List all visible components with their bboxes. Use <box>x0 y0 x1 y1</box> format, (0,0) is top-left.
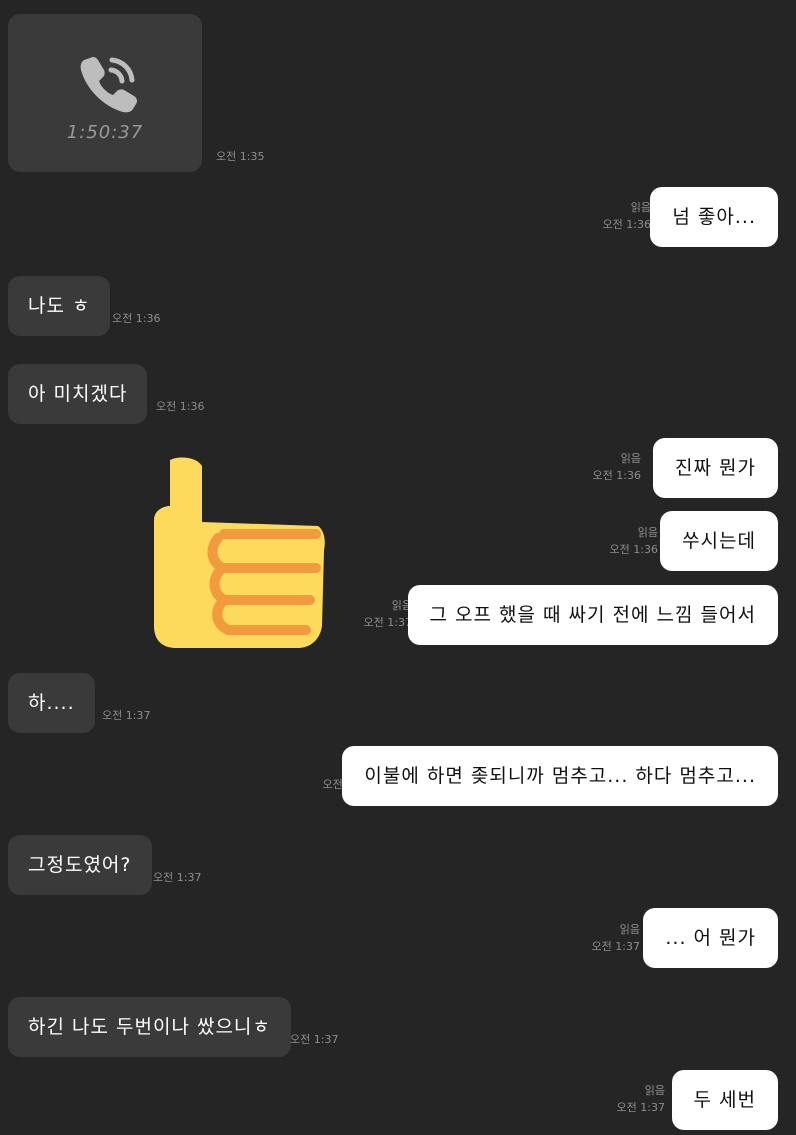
incoming-message[interactable]: 하긴 나도 두번이나 쌌으니ㅎ <box>8 997 291 1057</box>
message-time: 오전 1:37 <box>153 871 202 884</box>
read-receipt: 읽음 <box>391 599 412 612</box>
outgoing-message[interactable]: 그 오프 했을 때 싸기 전에 느낌 들어서 <box>407 585 778 645</box>
read-receipt: 읽음 <box>620 452 641 465</box>
chat-thread: 1:50:37 오전 1:35 읽음 오전 1:36 넘 좋아... 나도 ㅎ … <box>0 0 796 1135</box>
incoming-message[interactable]: 하.... <box>8 673 95 733</box>
outgoing-message[interactable]: 이불에 하면 좆되니까 멈추고... 하다 멈추고... <box>342 746 778 806</box>
message-meta: 읽음 오전 1:37 <box>592 921 640 955</box>
outgoing-message[interactable]: 진짜 뭔가 <box>653 438 778 498</box>
message-time: 오전 1:36 <box>112 312 161 325</box>
outgoing-message[interactable]: ... 어 뭔가 <box>643 908 778 968</box>
message-time: 오전 1:37 <box>616 1101 665 1115</box>
message-time: 오전 1:37 <box>102 709 151 722</box>
message-meta: 읽음 오전 1:37 <box>617 1082 665 1116</box>
voice-call-bubble[interactable]: 1:50:37 <box>8 14 202 172</box>
read-receipt: 읽음 <box>637 526 658 539</box>
message-time: 오전 1:36 <box>609 543 658 557</box>
read-receipt: 읽음 <box>619 923 640 936</box>
message-time: 오전 1:37 <box>290 1033 339 1046</box>
read-receipt: 읽음 <box>630 201 651 214</box>
call-time: 오전 1:35 <box>216 150 265 163</box>
phone-call-icon <box>80 56 138 113</box>
message-meta: 읽음 오전 1:36 <box>610 524 658 558</box>
call-duration: 1:50:37 <box>66 122 144 143</box>
message-time: 오전 1:37 <box>591 940 640 954</box>
incoming-message[interactable]: 나도 ㅎ <box>8 276 111 336</box>
message-meta: 읽음 오전 1:36 <box>593 450 641 484</box>
message-meta: 읽음 오전 1:37 <box>364 597 412 631</box>
message-time: 오전 1:36 <box>156 400 205 413</box>
outgoing-message[interactable]: 두 세번 <box>671 1070 778 1130</box>
outgoing-message[interactable]: 쑤시는데 <box>660 511 778 571</box>
thumbs-up-icon <box>154 457 325 648</box>
incoming-message[interactable]: 아 미치겠다 <box>8 364 148 424</box>
message-time: 오전 1:36 <box>592 469 641 483</box>
read-receipt: 읽음 <box>644 1084 665 1097</box>
message-time: 오전 1:36 <box>602 218 651 232</box>
message-time: 오전 1:37 <box>363 616 412 630</box>
incoming-message[interactable]: 그정도였어? <box>8 835 152 895</box>
message-meta: 읽음 오전 1:36 <box>603 199 651 233</box>
outgoing-message[interactable]: 넘 좋아... <box>650 187 778 247</box>
